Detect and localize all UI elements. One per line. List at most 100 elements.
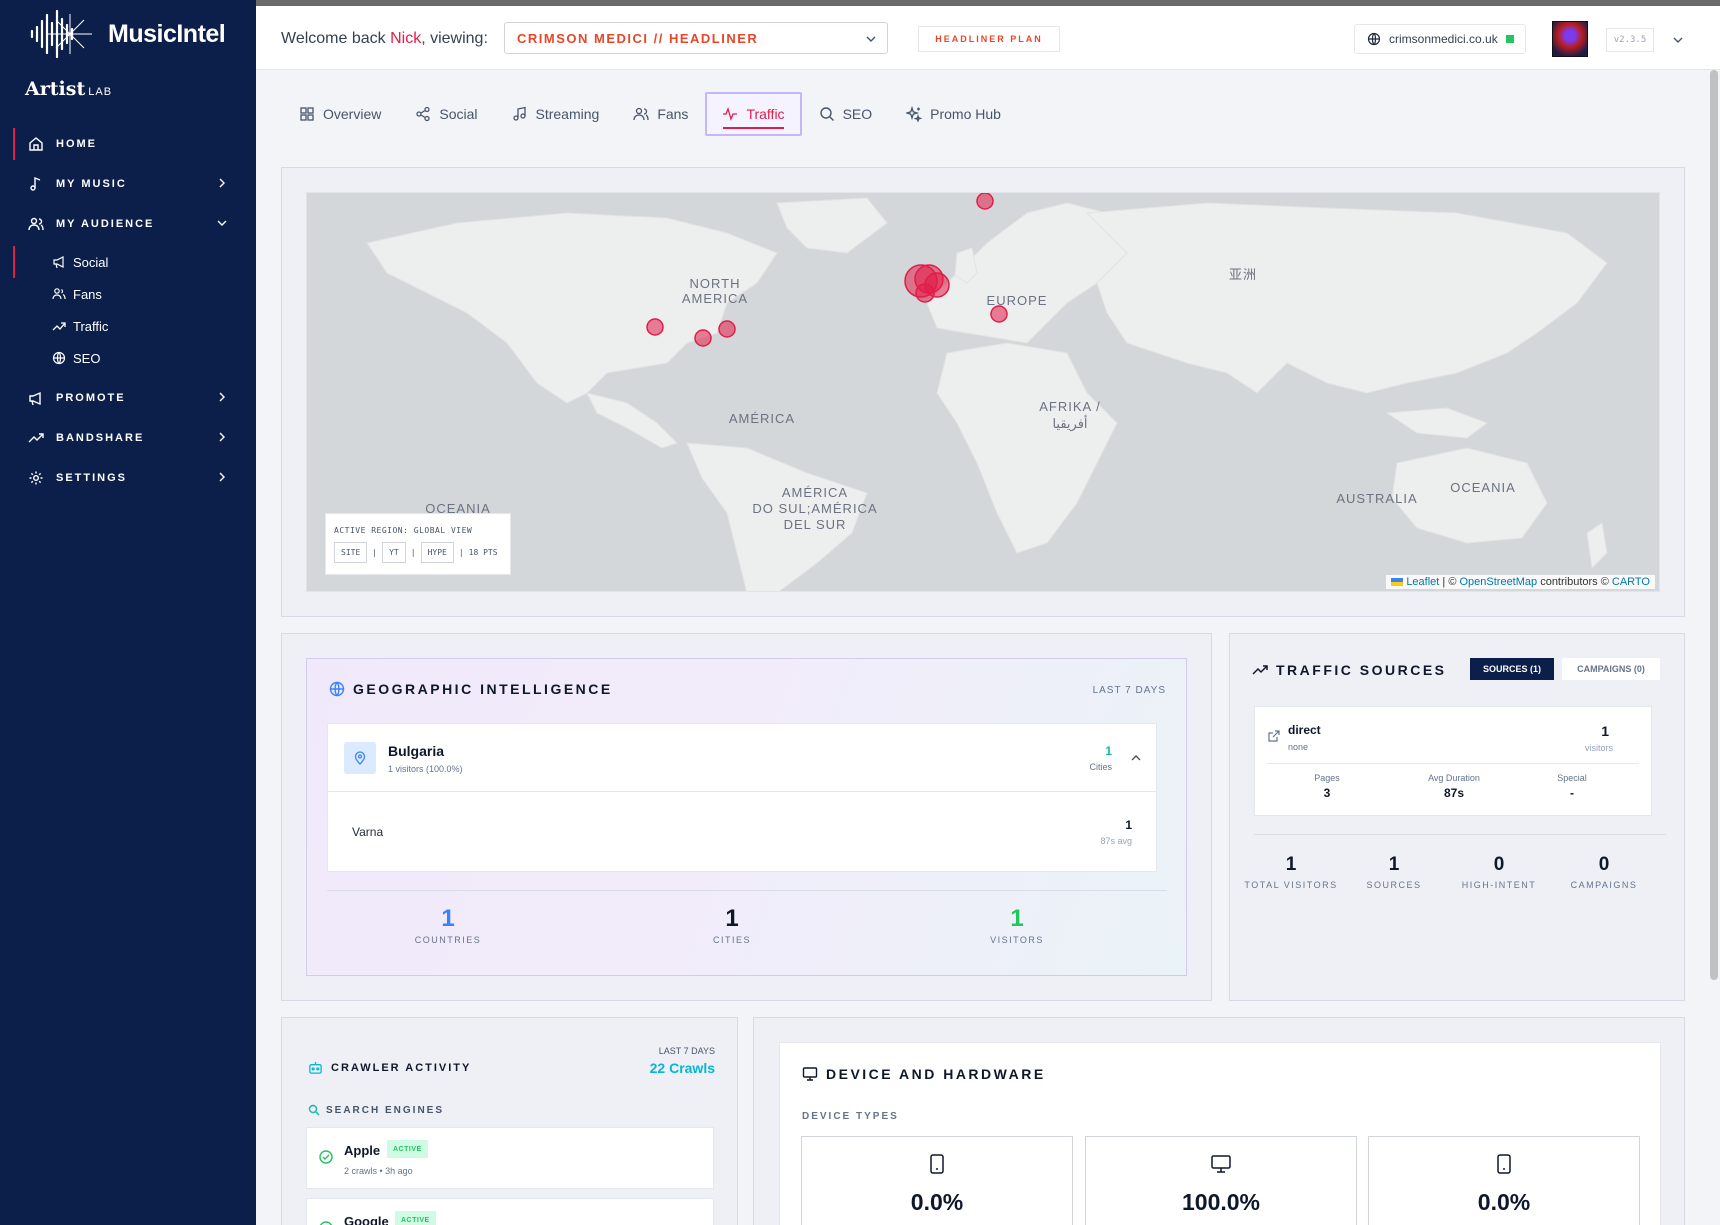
traffic-sources-panel: TRAFFIC SOURCES SOURCES (1) CAMPAIGNS (0… <box>1229 633 1685 1001</box>
traffic-marker[interactable] <box>915 283 935 303</box>
metric-label: Special <box>1557 773 1587 783</box>
globe-icon <box>1367 32 1381 46</box>
active-region-title: ACTIVE REGION: GLOBAL VIEW <box>334 526 473 535</box>
globe-icon <box>329 681 345 697</box>
stat-label: HIGH-INTENT <box>1461 880 1537 890</box>
sidebar-subitem-label: SEO <box>73 350 101 366</box>
sidebar-subitem-seo[interactable]: SEO <box>0 342 256 374</box>
ukraine-flag-icon <box>1391 578 1404 587</box>
tab-social[interactable]: Social <box>398 92 494 136</box>
traffic-marker[interactable] <box>694 329 712 347</box>
metric-label: Avg Duration <box>1428 773 1480 783</box>
traffic-marker[interactable] <box>718 320 736 338</box>
tab-promo-hub[interactable]: Promo Hub <box>889 92 1018 136</box>
brand-logo[interactable]: MusicIntel <box>28 8 226 60</box>
welcome-text: Welcome back Nick, viewing: <box>281 30 488 48</box>
tab-fans[interactable]: Fans <box>616 92 705 136</box>
search-icon <box>819 106 835 122</box>
tab-overview[interactable]: Overview <box>282 92 398 136</box>
product-suffix: LAB <box>88 86 113 98</box>
domain-name: crimsonmedici.co.uk <box>1389 32 1498 46</box>
source-card[interactable]: direct none 1 visitors Pages 3 Avg Durat… <box>1254 706 1652 816</box>
chevron-down-icon[interactable] <box>1672 34 1684 46</box>
traffic-marker[interactable] <box>976 193 994 210</box>
tab-seo[interactable]: SEO <box>802 92 890 136</box>
metric-value: 87s <box>1443 786 1465 800</box>
traffic-marker[interactable] <box>646 318 664 336</box>
sidebar-subitem-social[interactable]: Social <box>0 246 256 278</box>
tab-streaming[interactable]: Streaming <box>495 92 617 136</box>
osm-link[interactable]: OpenStreetMap <box>1459 576 1537 588</box>
tab-campaigns[interactable]: CAMPAIGNS (0) <box>1562 658 1660 680</box>
engine-name: Apple <box>344 1143 381 1158</box>
engine-row[interactable]: Apple ACTIVE 2 crawls • 3h ago <box>306 1127 714 1189</box>
geo-title-text: GEOGRAPHIC INTELLIGENCE <box>353 681 613 697</box>
city-name: Varna <box>352 825 384 839</box>
page-scrollbar[interactable] <box>1710 70 1718 980</box>
separator: | <box>458 548 464 557</box>
robot-icon <box>309 1061 322 1074</box>
carto-link[interactable]: CARTO <box>1612 576 1650 588</box>
sidebar-item-my-audience[interactable]: MY AUDIENCE <box>0 204 256 244</box>
traffic-marker[interactable] <box>990 305 1008 323</box>
sidebar-subitem-label: Fans <box>73 286 102 302</box>
points-count: 18 PTS <box>468 548 498 557</box>
sidebar-item-promote[interactable]: PROMOTE <box>0 378 256 418</box>
metric-value: 3 <box>1323 786 1331 800</box>
stat-label: COUNTRIES <box>414 935 482 945</box>
sidebar-item-label: SETTINGS <box>56 472 128 484</box>
product-title: Artist LAB <box>25 78 112 100</box>
status-dot <box>1505 35 1514 43</box>
divider <box>1267 763 1639 764</box>
leaflet-link[interactable]: Leaflet <box>1406 576 1439 588</box>
device-percent: 0.0% <box>910 1189 964 1215</box>
artist-select[interactable]: CRIMSON MEDICI // HEADLINER <box>504 22 888 54</box>
sidebar-subitem-traffic[interactable]: Traffic <box>0 310 256 342</box>
crawler-range: LAST 7 DAYS <box>658 1046 715 1056</box>
country-cities-count: 1 <box>1105 744 1112 758</box>
avatar[interactable] <box>1552 21 1588 57</box>
filter-site-button[interactable]: SITE <box>334 542 368 563</box>
globe-icon <box>52 351 66 365</box>
product-name: Artist <box>25 78 86 100</box>
domain-selector[interactable]: crimsonmedici.co.uk <box>1354 24 1526 54</box>
tab-label: Promo Hub <box>930 106 1001 122</box>
sidebar-item-home[interactable]: HOME <box>0 124 256 164</box>
world-map[interactable]: NORTH AMERICA AMÉRICA AMÉRICA DO SUL;AMÉ… <box>306 192 1660 592</box>
geo-title: GEOGRAPHIC INTELLIGENCE <box>329 681 613 697</box>
tablet-icon <box>1497 1154 1511 1174</box>
chevron-up-icon[interactable] <box>1130 752 1142 764</box>
engine-row[interactable]: Google ACTIVE <box>306 1198 714 1225</box>
crawler-title: CRAWLER ACTIVITY <box>308 1060 471 1075</box>
map-label-australia: AUSTRALIA <box>1336 491 1417 506</box>
filter-hype-button[interactable]: HYPE <box>420 542 454 563</box>
chevron-right-icon <box>219 472 225 482</box>
country-row[interactable]: Bulgaria 1 visitors (100.0%) 1 Cities <box>327 723 1157 792</box>
source-visitors-count: 1 <box>1601 723 1609 739</box>
city-avg-duration: 87s avg <box>1100 836 1132 846</box>
device-types-label: DEVICE TYPES <box>802 1111 899 1122</box>
status-badge: ACTIVE <box>395 1211 436 1225</box>
sidebar-subitem-fans[interactable]: Fans <box>0 278 256 310</box>
map-label-africa-1: AFRIKA / <box>1039 399 1100 414</box>
sidebar-item-bandshare[interactable]: BANDSHARE <box>0 418 256 458</box>
device-percent: 0.0% <box>1477 1189 1531 1215</box>
user-name: Nick <box>390 30 422 47</box>
stat-label: CAMPAIGNS <box>1570 880 1638 890</box>
tab-sources[interactable]: SOURCES (1) <box>1470 658 1554 680</box>
check-circle-icon <box>319 1150 333 1164</box>
tab-traffic[interactable]: Traffic <box>705 92 802 136</box>
external-link-icon <box>1268 730 1280 742</box>
geo-range: LAST 7 DAYS <box>1092 685 1166 696</box>
chevron-right-icon <box>219 178 225 188</box>
sidebar-item-settings[interactable]: SETTINGS <box>0 458 256 498</box>
country-cities-label: Cities <box>1089 762 1112 772</box>
sidebar-item-my-music[interactable]: MY MUSIC <box>0 164 256 204</box>
country-name: Bulgaria <box>388 743 445 759</box>
city-row: Varna 1 87s avg <box>327 792 1157 872</box>
stat-value: 0 <box>1598 854 1610 875</box>
stat-value: 1 <box>1388 854 1400 875</box>
stat-total-visitors: 1 TOTAL VISITORS <box>1241 854 1341 890</box>
map-attribution: Leaflet | © OpenStreetMap contributors ©… <box>1386 575 1655 589</box>
filter-yt-button[interactable]: YT <box>382 542 406 563</box>
